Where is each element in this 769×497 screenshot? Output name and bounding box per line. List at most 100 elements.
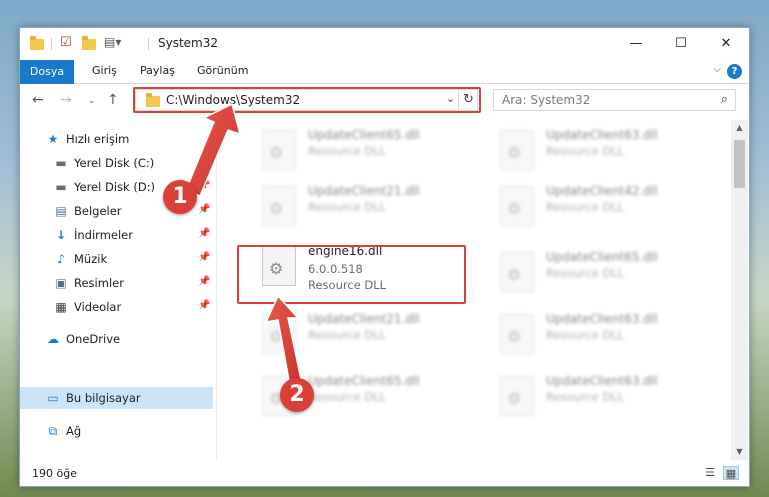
recent-locations-chevron-icon[interactable]: ⌄ (88, 96, 96, 106)
pane-divider[interactable] (216, 120, 217, 460)
file-description: Resource DLL (546, 390, 625, 404)
pin-icon[interactable]: 📌 (198, 300, 210, 311)
file-name: UpdateClient65.dll (308, 128, 420, 142)
pin-icon[interactable]: 📌 (198, 276, 210, 287)
file-description: Resource DLL (546, 200, 625, 214)
navigation-pane: ★ Hızlı erişim ▬ Yerel Disk (C:) 📌 ▬ Yer… (20, 120, 213, 460)
sidebar-item-local-disk-c[interactable]: ▬ Yerel Disk (C:) 📌 (20, 152, 213, 174)
close-button[interactable]: ✕ (703, 28, 749, 60)
sidebar-item-label: Yerel Disk (D:) (74, 180, 156, 194)
sidebar-item-label: Ağ (66, 424, 82, 438)
maximize-button[interactable]: ☐ (658, 28, 704, 60)
sidebar-item-pictures[interactable]: ▣ Resimler 📌 (20, 272, 213, 294)
up-arrow-icon[interactable]: ↑ (107, 92, 119, 108)
sidebar-item-downloads[interactable]: ↓ İndirmeler 📌 (20, 224, 213, 246)
pin-icon[interactable]: 📌 (198, 156, 210, 167)
pictures-icon: ▣ (55, 276, 67, 290)
scroll-thumb[interactable] (734, 140, 745, 188)
file-name: UpdateClient65.dll (546, 250, 658, 264)
music-icon: ♪ (57, 252, 65, 266)
navigation-bar: ← → ⌄ ↑ C:\Windows\System32 ⌄ ↻ Ara: Sys… (20, 85, 749, 117)
dll-file-icon (262, 186, 296, 226)
sidebar-item-label: Resimler (74, 276, 124, 290)
file-item[interactable]: UpdateClient42.dll Resource DLL (478, 178, 703, 232)
tab-gorunum[interactable]: Görünüm (197, 64, 248, 77)
file-item[interactable]: UpdateClient21.dll Resource DLL (240, 178, 465, 232)
ribbon-tabs: Dosya Giriş Paylaş Görünüm ⌵ ? (20, 60, 749, 84)
file-description: Resource DLL (546, 266, 625, 280)
address-highlight-box (133, 87, 481, 113)
sidebar-item-label: Yerel Disk (C:) (74, 156, 155, 170)
tab-paylas[interactable]: Paylaş (140, 64, 175, 77)
file-item[interactable]: UpdateClient63.dll Resource DLL (478, 368, 703, 422)
forward-arrow-icon[interactable]: → (60, 92, 72, 108)
star-icon: ★ (47, 132, 59, 146)
documents-icon: ▤ (55, 204, 67, 218)
tab-giris[interactable]: Giriş (92, 64, 117, 77)
item-count: 190 öğe (32, 467, 77, 480)
dll-file-icon (500, 186, 534, 226)
file-name: UpdateClient42.dll (546, 184, 658, 198)
drive-icon: ▬ (55, 180, 67, 194)
search-placeholder: Ara: System32 (502, 93, 591, 107)
dll-file-icon (500, 252, 534, 292)
file-description: Resource DLL (308, 200, 387, 214)
properties-icon[interactable]: ☑ (60, 35, 72, 53)
pin-icon[interactable]: 📌 (198, 228, 210, 239)
file-name: UpdateClient21.dll (308, 184, 420, 198)
computer-icon: ▭ (47, 391, 59, 405)
sidebar-item-label: Belgeler (74, 204, 122, 218)
search-icon[interactable]: ⌕ (721, 92, 728, 107)
tab-dosya[interactable]: Dosya (20, 60, 74, 84)
status-bar: 190 öğe ☰ ▦ (20, 462, 749, 486)
file-item[interactable]: UpdateClient21.dll Resource DLL (240, 306, 465, 360)
dll-file-icon (500, 130, 534, 170)
file-explorer-window: ☑ ▤▾ System32 — ☐ ✕ Dosya Giriş Paylaş G… (19, 27, 750, 487)
pin-icon[interactable]: 📌 (198, 252, 210, 263)
sidebar-item-onedrive[interactable]: ☁ OneDrive (20, 328, 213, 350)
file-name: UpdateClient21.dll (308, 312, 420, 326)
file-item[interactable]: UpdateClient63.dll Resource DLL (478, 306, 703, 360)
sidebar-item-videos[interactable]: ▦ Videolar 📌 (20, 296, 213, 318)
sidebar-item-this-pc[interactable]: ▭ Bu bilgisayar (20, 387, 213, 409)
sidebar-item-label: Müzik (74, 252, 108, 266)
scroll-up-arrow-icon[interactable]: ▲ (731, 120, 748, 136)
dll-file-icon (262, 130, 296, 170)
help-icon[interactable]: ? (727, 64, 742, 79)
title-bar: ☑ ▤▾ System32 — ☐ ✕ (20, 28, 749, 60)
step-1-badge: 1 (163, 180, 197, 214)
expand-ribbon-icon[interactable]: ⌵ (713, 64, 721, 75)
sidebar-item-music[interactable]: ♪ Müzik 📌 (20, 248, 213, 270)
sidebar-item-label: OneDrive (66, 332, 121, 346)
back-arrow-icon[interactable]: ← (32, 92, 44, 108)
file-name: UpdateClient63.dll (546, 312, 658, 326)
file-name: UpdateClient63.dll (546, 374, 658, 388)
file-description: Resource DLL (308, 390, 387, 404)
customize-quick-access-icon[interactable]: ▤▾ (104, 35, 121, 53)
step-2-badge: 2 (280, 378, 314, 412)
file-highlight-box (237, 245, 466, 304)
sidebar-item-quick-access[interactable]: ★ Hızlı erişim (20, 128, 213, 150)
download-icon: ↓ (55, 228, 67, 242)
file-item[interactable]: UpdateClient63.dll Resource DLL (478, 122, 703, 176)
file-item[interactable]: UpdateClient65.dll Resource DLL (240, 122, 465, 176)
file-description: Resource DLL (546, 328, 625, 342)
pin-icon[interactable]: 📌 (198, 204, 210, 215)
dll-file-icon (500, 314, 534, 354)
file-item[interactable]: UpdateClient65.dll Resource DLL (478, 244, 703, 298)
file-name: UpdateClient65.dll (308, 374, 420, 388)
dll-file-icon (262, 314, 296, 354)
scroll-down-arrow-icon[interactable]: ▼ (731, 444, 748, 460)
vertical-scrollbar[interactable]: ▲ ▼ (731, 120, 748, 460)
sidebar-item-network[interactable]: ⧉ Ağ (20, 420, 213, 442)
file-description: Resource DLL (308, 328, 387, 342)
minimize-button[interactable]: — (613, 28, 659, 60)
pin-icon[interactable]: 📌 (198, 180, 210, 191)
large-icons-view-icon[interactable]: ▦ (723, 466, 739, 480)
file-description: Resource DLL (308, 144, 387, 158)
search-input[interactable]: Ara: System32 ⌕ (493, 89, 736, 111)
file-item[interactable]: UpdateClient65.dll Resource DLL (240, 368, 465, 422)
network-icon: ⧉ (48, 424, 58, 438)
cloud-icon: ☁ (47, 332, 59, 346)
details-view-icon[interactable]: ☰ (702, 466, 718, 480)
